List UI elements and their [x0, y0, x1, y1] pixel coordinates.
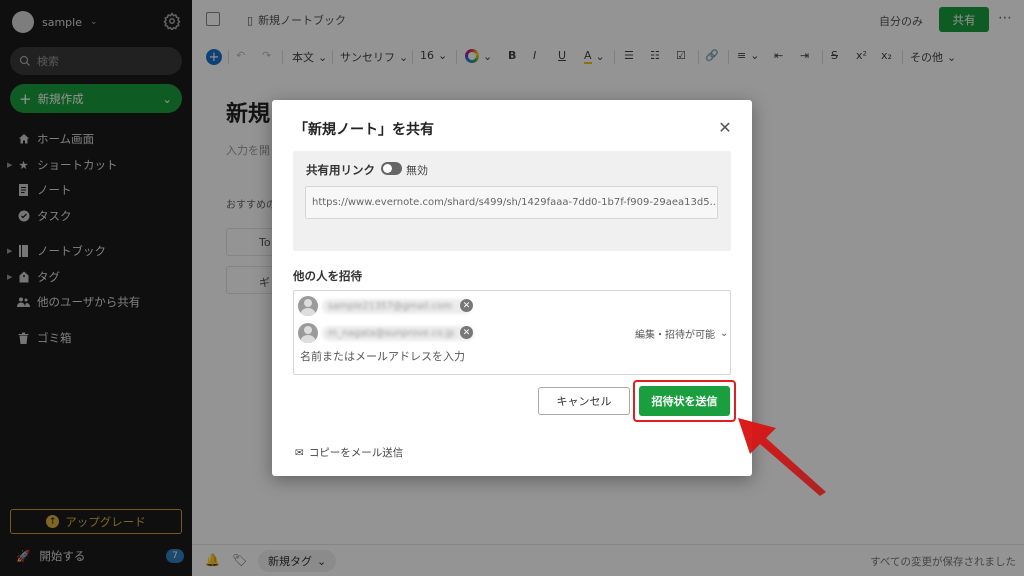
share-link-toggle[interactable] — [381, 162, 402, 175]
chevron-down-icon: ⌄ — [720, 328, 729, 339]
invite-label: 他の人を招待 — [293, 269, 362, 283]
share-link-panel: 共有用リンク 無効 https://www.evernote.com/shard… — [293, 151, 731, 251]
permission-label: 編集・招待が可能 — [635, 330, 715, 341]
invite-field[interactable]: sample21357@gmail.com ✕ m_nagata@sunprov… — [293, 290, 731, 375]
share-link-state: 無効 — [406, 164, 428, 177]
share-url-field[interactable]: https://www.evernote.com/shard/s499/sh/1… — [305, 186, 718, 219]
mail-icon: ✉ — [295, 446, 304, 459]
copy-mail-link[interactable]: ✉ コピーをメール送信 — [295, 445, 403, 460]
avatar — [298, 296, 318, 316]
invitee-chip: m_nagata@sunprove.co.jp ✕ — [298, 323, 475, 343]
close-icon[interactable]: ✕ — [716, 118, 734, 137]
share-link-label: 共有用リンク — [306, 163, 375, 177]
annotation-arrow-icon — [738, 418, 826, 496]
avatar — [298, 323, 318, 343]
remove-invitee-icon[interactable]: ✕ — [460, 299, 473, 312]
dialog-title: 「新規ノート」を共有 — [294, 122, 434, 138]
send-highlight-frame: 招待状を送信 — [633, 380, 736, 422]
send-invite-button[interactable]: 招待状を送信 — [639, 386, 730, 416]
invitee-chip: sample21357@gmail.com ✕ — [298, 296, 473, 316]
invitee-email: m_nagata@sunprove.co.jp — [322, 325, 475, 341]
copy-mail-label: コピーをメール送信 — [308, 447, 404, 459]
cancel-button[interactable]: キャンセル — [538, 387, 630, 415]
invite-input[interactable] — [300, 350, 600, 363]
permission-select[interactable]: 編集・招待が可能 ⌄ — [635, 326, 728, 341]
remove-invitee-icon[interactable]: ✕ — [460, 326, 473, 339]
share-dialog: 「新規ノート」を共有 ✕ 共有用リンク 無効 https://www.evern… — [272, 100, 752, 476]
invitee-email: sample21357@gmail.com — [322, 298, 472, 314]
